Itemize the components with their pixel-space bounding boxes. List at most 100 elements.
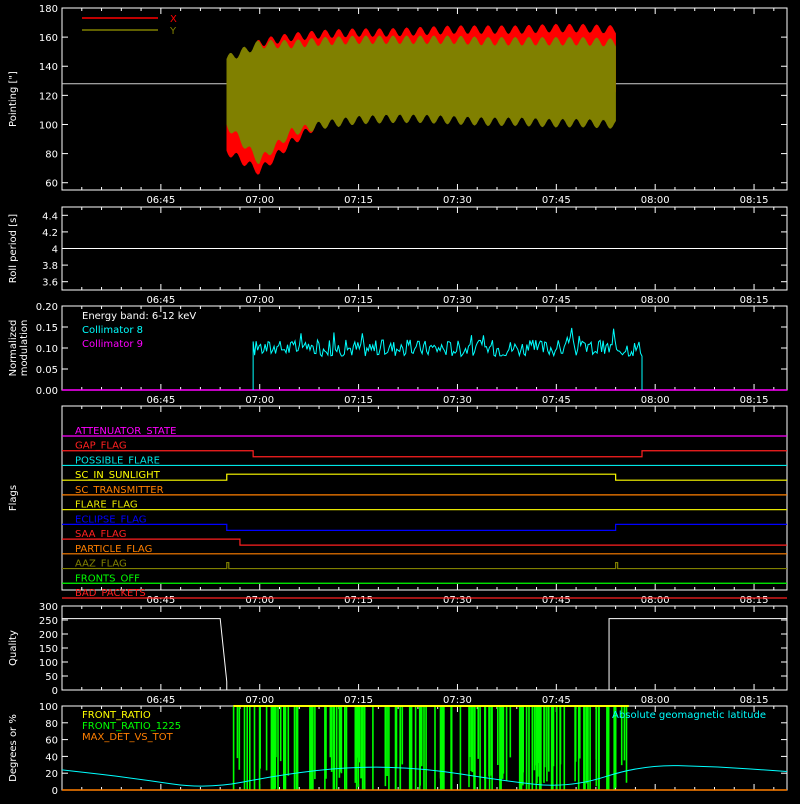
roll-xtick-label: 07:15	[344, 295, 373, 306]
modulation-xtick-label: 06:45	[146, 395, 175, 406]
chart-svg: 60 80 100 120 140 160 180 06:45 07:00 07:15 07:30 0…	[8, 4, 788, 797]
flags-xtick-label: 07:15	[344, 595, 373, 606]
pointing-xtick-label: 07:30	[443, 195, 472, 206]
roll-xtick-label: 07:45	[542, 295, 571, 306]
roll-ytick-label: 4	[52, 245, 58, 256]
roll-xtick-label: 07:00	[245, 295, 274, 306]
modulation-legend-collimator-8: Collimator 8	[82, 325, 143, 336]
flag-aaz-flag-line	[62, 561, 787, 570]
pointing-xtick-label: 07:45	[542, 195, 571, 206]
modulation-xtick-label: 07:00	[245, 395, 274, 406]
front-ratio-ytick-label: 40	[45, 752, 58, 763]
pointing-xtick-label: 08:00	[641, 195, 670, 206]
quality-xtick-label: 08:00	[641, 695, 670, 706]
pointing-ytick-label: 80	[45, 150, 58, 161]
roll-xtick-label: 08:15	[740, 295, 769, 306]
flag-sc-transmitter-label: SC_TRANSMITTER	[75, 485, 164, 496]
front-ratio-ylabel: Degrees or %	[8, 714, 19, 782]
quality-ytick-label: 200	[39, 630, 58, 641]
pointing-ytick-label: 60	[45, 179, 58, 190]
flags-xtick-label: 07:00	[245, 595, 274, 606]
modulation-legend-collimator-9: Collimator 9	[82, 339, 143, 350]
quality-ytick-label: 250	[39, 616, 58, 627]
flags-xtick-label: 07:30	[443, 595, 472, 606]
front-ratio-ytick-label: 80	[45, 719, 58, 730]
modulation-ylabel: modulation	[19, 320, 30, 377]
pointing-legend-label-x: X	[170, 14, 177, 25]
roll-xtick-label: 06:45	[146, 295, 175, 306]
flag-saa-flag-label: SAA_FLAG	[75, 529, 126, 540]
legend-max-det-vs-tot: MAX_DET_VS_TOT	[82, 732, 174, 743]
roll-ytick-label: 4.4	[42, 211, 58, 222]
quality-xtick-label: 07:30	[443, 695, 472, 706]
front-ratio-1225-series	[232, 706, 628, 790]
quality-ylabel: Quality	[8, 630, 19, 666]
modulation-ytick-label: 0.00	[36, 386, 58, 397]
front-ratio-ytick-label: 0	[52, 786, 58, 797]
flag-gap-flag-label: GAP_FLAG	[75, 441, 127, 452]
modulation-ytick-label: 0.15	[36, 323, 58, 334]
quality-xtick-label: 07:45	[542, 695, 571, 706]
flag-saa-flag-line	[62, 538, 787, 546]
legend-front-ratio-1225: FRONT_RATIO_1225	[82, 721, 181, 732]
modulation-xtick-label: 07:30	[443, 395, 472, 406]
pointing-ytick-label: 180	[39, 4, 58, 15]
front-ratio-ytick-label: 20	[45, 769, 58, 780]
quality-xtick-label: 06:45	[146, 695, 175, 706]
modulation-xtick-label: 08:15	[740, 395, 769, 406]
flag-sc-in-sunlight-line	[62, 473, 787, 481]
modulation-series-collimator-8	[252, 327, 643, 390]
pointing-legend-label-y: Y	[169, 26, 177, 37]
pointing-xtick-label: 07:15	[344, 195, 373, 206]
pointing-xtick-label: 08:15	[740, 195, 769, 206]
quality-ytick-label: 50	[45, 672, 58, 683]
flags-ylabel: Flags	[8, 485, 19, 511]
legend-geomagnetic-latitude: Absolute geomagnetic latitude	[612, 710, 766, 721]
flag-attenuator-state-label: ATTENUATOR_STATE	[75, 426, 176, 437]
flags-xtick-label: 06:45	[146, 595, 175, 606]
roll-ytick-label: 3.6	[42, 278, 58, 289]
pointing-ytick-label: 160	[39, 33, 58, 44]
roll-ylabel: Roll period [s]	[8, 214, 19, 283]
flag-eclipse-flag-label: ECLIPSE_FLAG	[75, 514, 146, 525]
pointing-xtick-label: 06:45	[146, 195, 175, 206]
modulation-ylabel: Normalized	[8, 320, 19, 377]
flag-bad-packets-label: BAD_PACKETS	[75, 588, 146, 599]
flag-eclipse-flag-line	[62, 523, 787, 531]
legend-front-ratio: FRONT_RATIO	[82, 710, 151, 721]
flag-particle-flag-label: PARTICLE_FLAG	[75, 544, 152, 555]
modulation-xtick-label: 08:00	[641, 395, 670, 406]
front-ratio-ytick-label: 100	[39, 702, 58, 713]
flag-sc-in-sunlight-label: SC_IN_SUNLIGHT	[75, 470, 161, 481]
modulation-ytick-label: 0.20	[36, 302, 58, 313]
roll-xtick-label: 08:00	[641, 295, 670, 306]
front-ratio-ytick-label: 60	[45, 736, 58, 747]
flags-xtick-label: 08:00	[641, 595, 670, 606]
quality-xtick-label: 08:15	[740, 695, 769, 706]
pointing-ytick-label: 100	[39, 120, 58, 131]
quality-xtick-label: 07:00	[245, 695, 274, 706]
modulation-ytick-label: 0.10	[36, 344, 58, 355]
modulation-ytick-label: 0.05	[36, 365, 58, 376]
roll-ytick-label: 4.2	[42, 228, 58, 239]
quality-ytick-label: 0	[52, 686, 58, 697]
quality-ytick-label: 150	[39, 644, 58, 655]
flags-xtick-label: 08:15	[740, 595, 769, 606]
quality-ytick-label: 100	[39, 658, 58, 669]
quality-ytick-label: 300	[39, 602, 58, 613]
flag-gap-flag-line	[62, 450, 787, 458]
roll-ytick-label: 3.8	[42, 261, 58, 272]
chart-canvas: 60 80 100 120 140 160 180 06:45 07:00 07:15 07:30 0…	[0, 0, 800, 800]
flag-fronts-off-label: FRONTS_OFF	[75, 573, 140, 584]
pointing-ytick-label: 120	[39, 91, 58, 102]
modulation-xtick-label: 07:45	[542, 395, 571, 406]
pointing-ylabel: Pointing ["]	[8, 71, 19, 127]
pointing-xtick-label: 07:00	[245, 195, 274, 206]
roll-xtick-label: 07:30	[443, 295, 472, 306]
modulation-xtick-label: 07:15	[344, 395, 373, 406]
modulation-annotation: Energy band: 6-12 keV	[82, 311, 196, 322]
pointing-ytick-label: 140	[39, 62, 58, 73]
flag-possible-flare-label: POSSIBLE_FLARE	[75, 455, 160, 466]
quality-xtick-label: 07:15	[344, 695, 373, 706]
flag-flare-flag-label: FLARE_FLAG	[75, 500, 138, 511]
